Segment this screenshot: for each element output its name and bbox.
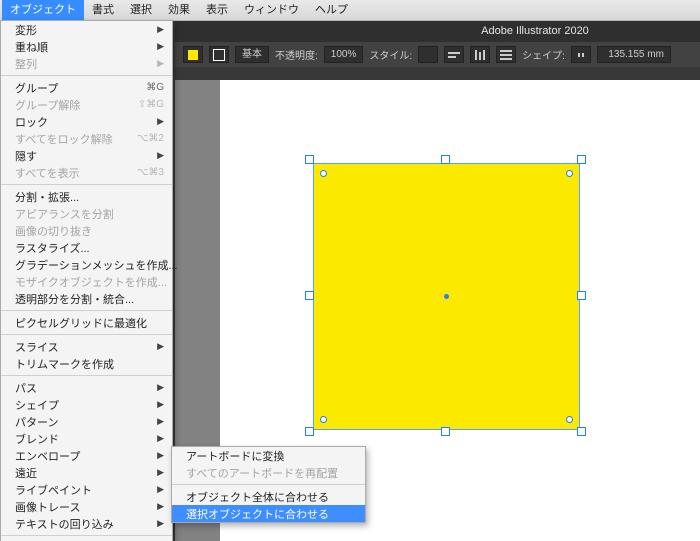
menu-shape[interactable]: シェイプ▶ — [1, 396, 172, 413]
submenu-arrow-icon: ▶ — [157, 24, 164, 35]
submenu-arrow-icon: ▶ — [157, 341, 164, 352]
menu-textwrap[interactable]: テキストの回り込み▶ — [1, 515, 172, 532]
handle-br[interactable] — [577, 427, 586, 436]
artboard-submenu: アートボードに変換 すべてのアートボードを再配置 オブジェクト全体に合わせる 選… — [171, 446, 366, 523]
submenu-arrow-icon: ▶ — [157, 433, 164, 444]
control-bar: 基本 不透明度: 100% スタイル: シェイプ: 135.155 mm — [175, 42, 700, 67]
menubar-item-object[interactable]: オブジェクト — [2, 0, 84, 20]
chain-icon — [576, 50, 586, 60]
menu-transform[interactable]: 変形▶ — [1, 21, 172, 38]
menubar-item-effect[interactable]: 効果 — [160, 0, 198, 20]
menu-mosaic: モザイクオブジェクトを作成... — [1, 273, 172, 290]
separator — [1, 535, 172, 536]
link-icon[interactable] — [571, 46, 591, 63]
submenu-arrow-icon: ▶ — [157, 416, 164, 427]
submenu-arrow-icon: ▶ — [157, 399, 164, 410]
separator — [1, 184, 172, 185]
menubar: オブジェクト 書式 選択 効果 表示 ウィンドウ ヘルプ — [0, 0, 700, 21]
menu-hide[interactable]: 隠す▶ — [1, 147, 172, 164]
menu-unlock-all: すべてをロック解除⌥⌘2 — [1, 130, 172, 147]
submenu-rearrange: すべてのアートボードを再配置 — [172, 464, 365, 481]
menu-gradient-mesh[interactable]: グラデーションメッシュを作成... — [1, 256, 172, 273]
style2-picker[interactable] — [418, 46, 438, 63]
menu-expand[interactable]: 分割・拡張... — [1, 188, 172, 205]
submenu-arrow-icon: ▶ — [157, 450, 164, 461]
handle-bl[interactable] — [305, 427, 314, 436]
submenu-arrow-icon: ▶ — [157, 41, 164, 52]
opacity-label: 不透明度: — [275, 47, 318, 62]
separator — [1, 310, 172, 311]
menu-flatten-transparency[interactable]: 透明部分を分割・統合... — [1, 290, 172, 307]
menu-ungroup: グループ解除⇧⌘G — [1, 96, 172, 113]
menu-arrange[interactable]: 重ね順▶ — [1, 38, 172, 55]
stroke-swatch[interactable] — [209, 46, 229, 63]
shape-label: シェイプ: — [522, 47, 565, 62]
submenu-arrow-icon: ▶ — [157, 484, 164, 495]
menu-expand-appearance: アピアランスを分割 — [1, 205, 172, 222]
separator — [172, 484, 365, 485]
separator — [1, 375, 172, 376]
menubar-item-select[interactable]: 選択 — [122, 0, 160, 20]
menubar-item-window[interactable]: ウィンドウ — [236, 0, 307, 20]
shape-width-input[interactable]: 135.155 mm — [597, 46, 671, 63]
menubar-item-help[interactable]: ヘルプ — [307, 0, 356, 20]
submenu-arrow-icon: ▶ — [157, 116, 164, 127]
submenu-convert[interactable]: アートボードに変換 — [172, 447, 365, 464]
fill-swatch[interactable] — [183, 46, 203, 63]
separator — [1, 75, 172, 76]
menu-lock[interactable]: ロック▶ — [1, 113, 172, 130]
menu-group[interactable]: グループ⌘G — [1, 79, 172, 96]
menu-crop-image: 画像の切り抜き — [1, 222, 172, 239]
distribute-icon[interactable] — [496, 46, 516, 63]
submenu-arrow-icon: ▶ — [157, 58, 164, 69]
style2-label: スタイル: — [369, 47, 412, 62]
handle-mr[interactable] — [577, 291, 586, 300]
menu-slice[interactable]: スライス▶ — [1, 338, 172, 355]
opacity-value[interactable]: 100% — [324, 46, 364, 63]
align-horiz-icon — [448, 50, 460, 60]
menu-pattern[interactable]: パターン▶ — [1, 413, 172, 430]
align-icon-2[interactable] — [470, 46, 490, 63]
menu-envelope[interactable]: エンベロープ▶ — [1, 447, 172, 464]
distribute-horiz-icon — [500, 50, 512, 60]
align-vert-icon — [474, 50, 486, 60]
menu-pixel-perfect[interactable]: ピクセルグリッドに最適化 — [1, 314, 172, 331]
handle-tm[interactable] — [441, 155, 450, 164]
menu-path[interactable]: パス▶ — [1, 379, 172, 396]
align-icon[interactable] — [444, 46, 464, 63]
app-title: Adobe Illustrator 2020 — [370, 20, 700, 42]
menu-blend[interactable]: ブレンド▶ — [1, 430, 172, 447]
menu-perspective[interactable]: 遠近▶ — [1, 464, 172, 481]
menubar-item-view[interactable]: 表示 — [198, 0, 236, 20]
menu-rasterize[interactable]: ラスタライズ... — [1, 239, 172, 256]
bounding-box — [306, 156, 585, 435]
style-dropdown[interactable]: 基本 — [235, 46, 269, 63]
menu-trimmarks[interactable]: トリムマークを作成 — [1, 355, 172, 372]
separator — [1, 334, 172, 335]
handle-tl[interactable] — [305, 155, 314, 164]
menu-align: 整列▶ — [1, 55, 172, 72]
menu-show-all: すべてを表示⌥⌘3 — [1, 164, 172, 181]
object-menu: 変形▶ 重ね順▶ 整列▶ グループ⌘G グループ解除⇧⌘G ロック▶ すべてをロ… — [0, 20, 173, 541]
submenu-arrow-icon: ▶ — [157, 518, 164, 529]
submenu-fit-all[interactable]: オブジェクト全体に合わせる — [172, 488, 365, 505]
submenu-arrow-icon: ▶ — [157, 467, 164, 478]
handle-bm[interactable] — [441, 427, 450, 436]
handle-tr[interactable] — [577, 155, 586, 164]
submenu-arrow-icon: ▶ — [157, 382, 164, 393]
center-point[interactable] — [444, 294, 449, 299]
menubar-item-type[interactable]: 書式 — [84, 0, 122, 20]
submenu-arrow-icon: ▶ — [157, 150, 164, 161]
submenu-fit-selected[interactable]: 選択オブジェクトに合わせる — [172, 505, 365, 522]
submenu-arrow-icon: ▶ — [157, 501, 164, 512]
menu-livepaint[interactable]: ライブペイント▶ — [1, 481, 172, 498]
handle-ml[interactable] — [305, 291, 314, 300]
menu-imagetrace[interactable]: 画像トレース▶ — [1, 498, 172, 515]
